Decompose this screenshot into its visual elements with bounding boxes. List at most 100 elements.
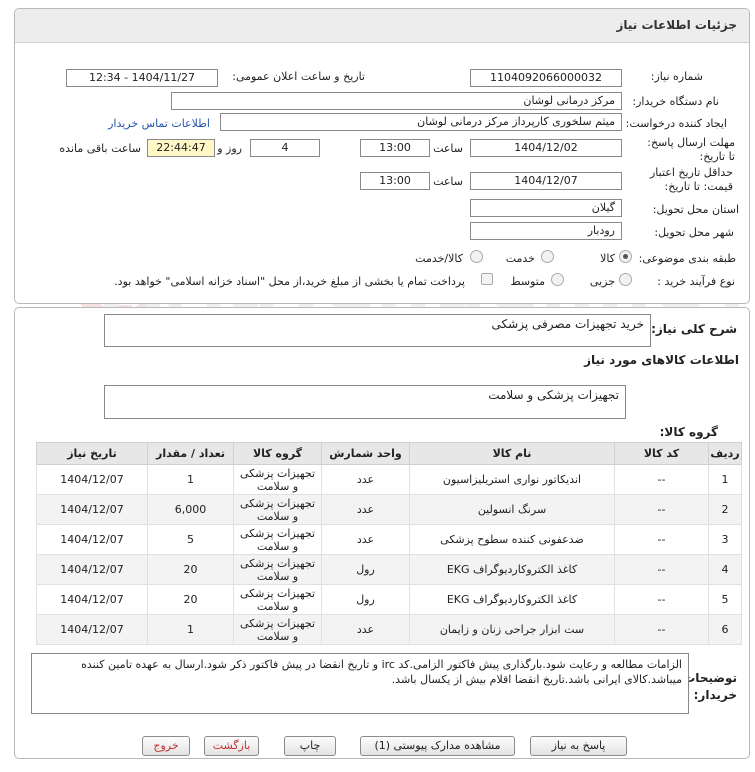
reply-button[interactable]: پاسخ به نیاز <box>530 736 627 756</box>
cell-need-date: 1404/12/07 <box>36 584 148 615</box>
cell-group: تجهیزات پزشکی و سلامت <box>233 584 322 615</box>
table-row[interactable]: 5 -- کاغذ الکتروکاردیوگراف EKG رول تجهیزات پ… <box>36 584 742 615</box>
process-radio-medium[interactable] <box>551 273 564 286</box>
cell-item-name: سرنگ انسولین <box>409 494 615 525</box>
province-field[interactable]: گیلان <box>470 199 622 217</box>
cell-item-code: -- <box>614 584 709 615</box>
validity-date-field[interactable]: 1404/12/07 <box>470 172 622 190</box>
table-header-row: ردیف کد کالا نام کالا واحد شمارش گروه کا… <box>36 442 742 465</box>
cell-item-code: -- <box>614 464 709 495</box>
col-header-group: گروه کالا <box>233 442 322 465</box>
cell-unit: رول <box>321 554 410 585</box>
attachments-button[interactable]: مشاهده مدارک پیوستی (1) <box>360 736 515 756</box>
city-label: شهر محل تحویل: <box>654 226 734 239</box>
back-button[interactable]: بازگشت <box>204 736 259 756</box>
need-number-field[interactable]: 1104092066000032 <box>470 69 622 87</box>
table-row[interactable]: 6 -- ست ابزار جراحی زنان و زایمان عدد تجهیزا… <box>36 614 742 645</box>
cell-unit: عدد <box>321 494 410 525</box>
col-header-row-no: ردیف <box>708 442 742 465</box>
requester-field[interactable]: میثم سلخوری کارپرداز مرکز درمانی لوشان <box>220 113 622 131</box>
remaining-time-field: 22:44:47 <box>147 139 215 157</box>
buyer-org-field[interactable]: مرکز درمانی لوشان <box>171 92 622 110</box>
category-label: طبقه بندی موضوعی: <box>638 252 736 265</box>
city-field[interactable]: رودبار <box>470 222 622 240</box>
cell-group: تجهیزات پزشکی و سلامت <box>233 464 322 495</box>
cell-need-date: 1404/12/07 <box>36 614 148 645</box>
process-option-minor: جزیی <box>589 275 615 288</box>
contact-buyer-link[interactable]: اطلاعات تماس خریدار <box>108 117 210 130</box>
table-row[interactable]: 2 -- سرنگ انسولین عدد تجهیزات پزشکی و سلامت 6… <box>36 494 742 525</box>
process-label: نوع فرآیند خرید : <box>657 275 735 288</box>
goods-info-title: اطلاعات کالاهای مورد نیاز <box>584 353 739 367</box>
cell-need-date: 1404/12/07 <box>36 554 148 585</box>
exit-button[interactable]: خروج <box>142 736 190 756</box>
category-radio-goods[interactable] <box>619 250 632 263</box>
goods-group-field[interactable]: تجهیزات پزشکی و سلامت <box>104 385 626 419</box>
remaining-label: ساعت باقی مانده <box>59 142 141 155</box>
deadline-time-field[interactable]: 13:00 <box>360 139 430 157</box>
cell-group: تجهیزات پزشکی و سلامت <box>233 554 322 585</box>
cell-row-no: 5 <box>708 584 742 615</box>
cell-need-date: 1404/12/07 <box>36 524 148 555</box>
cell-row-no: 3 <box>708 524 742 555</box>
col-header-quantity: تعداد / مقدار <box>147 442 234 465</box>
cell-item-code: -- <box>614 494 709 525</box>
need-number-label: شماره نیاز: <box>650 70 703 83</box>
cell-quantity: 1 <box>147 614 234 645</box>
deadline-time-label: ساعت <box>433 142 463 155</box>
cell-quantity: 5 <box>147 524 234 555</box>
announce-field[interactable]: 1404/11/27 - 12:34 <box>66 69 218 87</box>
buyer-org-label: نام دستگاه خریدار: <box>632 95 719 108</box>
cell-row-no: 2 <box>708 494 742 525</box>
treasury-checkbox[interactable] <box>481 273 493 285</box>
days-field[interactable]: 4 <box>250 139 320 157</box>
cell-unit: عدد <box>321 524 410 555</box>
cell-item-name: ست ابزار جراحی زنان و زایمان <box>409 614 615 645</box>
buyer-notes-field[interactable]: الزامات مطالعه و رعایت شود.بارگذاری پیش … <box>31 653 689 714</box>
cell-item-code: -- <box>614 614 709 645</box>
cell-quantity: 20 <box>147 554 234 585</box>
category-radio-goods-service[interactable] <box>470 250 483 263</box>
cell-item-code: -- <box>614 554 709 585</box>
need-desc-field[interactable]: خرید تجهیزات مصرفی پزشکی <box>104 314 651 347</box>
category-option-goods-service: کالا/خدمت <box>415 252 463 265</box>
cell-group: تجهیزات پزشکی و سلامت <box>233 524 322 555</box>
cell-quantity: 6,000 <box>147 494 234 525</box>
panel-header: جزئیات اطلاعات نیاز <box>15 9 749 43</box>
need-desc-text: خرید تجهیزات مصرفی پزشکی <box>491 317 644 331</box>
cell-item-code: -- <box>614 524 709 555</box>
table-row[interactable]: 3 -- ضدعفونی کننده سطوح پزشکی عدد تجهیزات پز… <box>36 524 742 555</box>
cell-quantity: 20 <box>147 584 234 615</box>
process-radio-minor[interactable] <box>619 273 632 286</box>
deadline-label: مهلت ارسال پاسخ: تا تاریخ: <box>647 136 735 163</box>
need-desc-label: شرح کلی نیاز: <box>651 322 737 336</box>
cell-item-name: اندیکاتور نواری استریلیزاسیون <box>409 464 615 495</box>
col-header-unit: واحد شمارش <box>321 442 410 465</box>
items-table: ردیف کد کالا نام کالا واحد شمارش گروه کا… <box>36 442 742 645</box>
cell-need-date: 1404/12/07 <box>36 494 148 525</box>
col-header-item-name: نام کالا <box>409 442 615 465</box>
cell-row-no: 1 <box>708 464 742 495</box>
cell-unit: عدد <box>321 464 410 495</box>
validity-label: حداقل تاریخ اعتبار قیمت: تا تاریخ: <box>649 166 733 193</box>
cell-item-name: ضدعفونی کننده سطوح پزشکی <box>409 524 615 555</box>
buyer-notes-text: الزامات مطالعه و رعایت شود.بارگذاری پیش … <box>81 658 682 686</box>
cell-row-no: 4 <box>708 554 742 585</box>
goods-group-text: تجهیزات پزشکی و سلامت <box>488 388 619 402</box>
cell-group: تجهیزات پزشکی و سلامت <box>233 494 322 525</box>
cell-need-date: 1404/12/07 <box>36 464 148 495</box>
validity-time-field[interactable]: 13:00 <box>360 172 430 190</box>
cell-unit: عدد <box>321 614 410 645</box>
category-radio-service[interactable] <box>541 250 554 263</box>
process-option-medium: متوسط <box>510 275 545 288</box>
col-header-item-code: کد کالا <box>614 442 709 465</box>
cell-unit: رول <box>321 584 410 615</box>
category-option-service: خدمت <box>505 252 535 265</box>
print-button[interactable]: چاپ <box>284 736 336 756</box>
table-row[interactable]: 1 -- اندیکاتور نواری استریلیزاسیون عدد تجهیز… <box>36 464 742 495</box>
treasury-note: پرداخت تمام یا بخشی از مبلغ خرید،از محل … <box>114 275 465 288</box>
validity-time-label: ساعت <box>433 175 463 188</box>
category-option-goods: کالا <box>600 252 615 265</box>
deadline-date-field[interactable]: 1404/12/02 <box>470 139 622 157</box>
table-row[interactable]: 4 -- کاغذ الکتروکاردیوگراف EKG رول تجهیزات پ… <box>36 554 742 585</box>
